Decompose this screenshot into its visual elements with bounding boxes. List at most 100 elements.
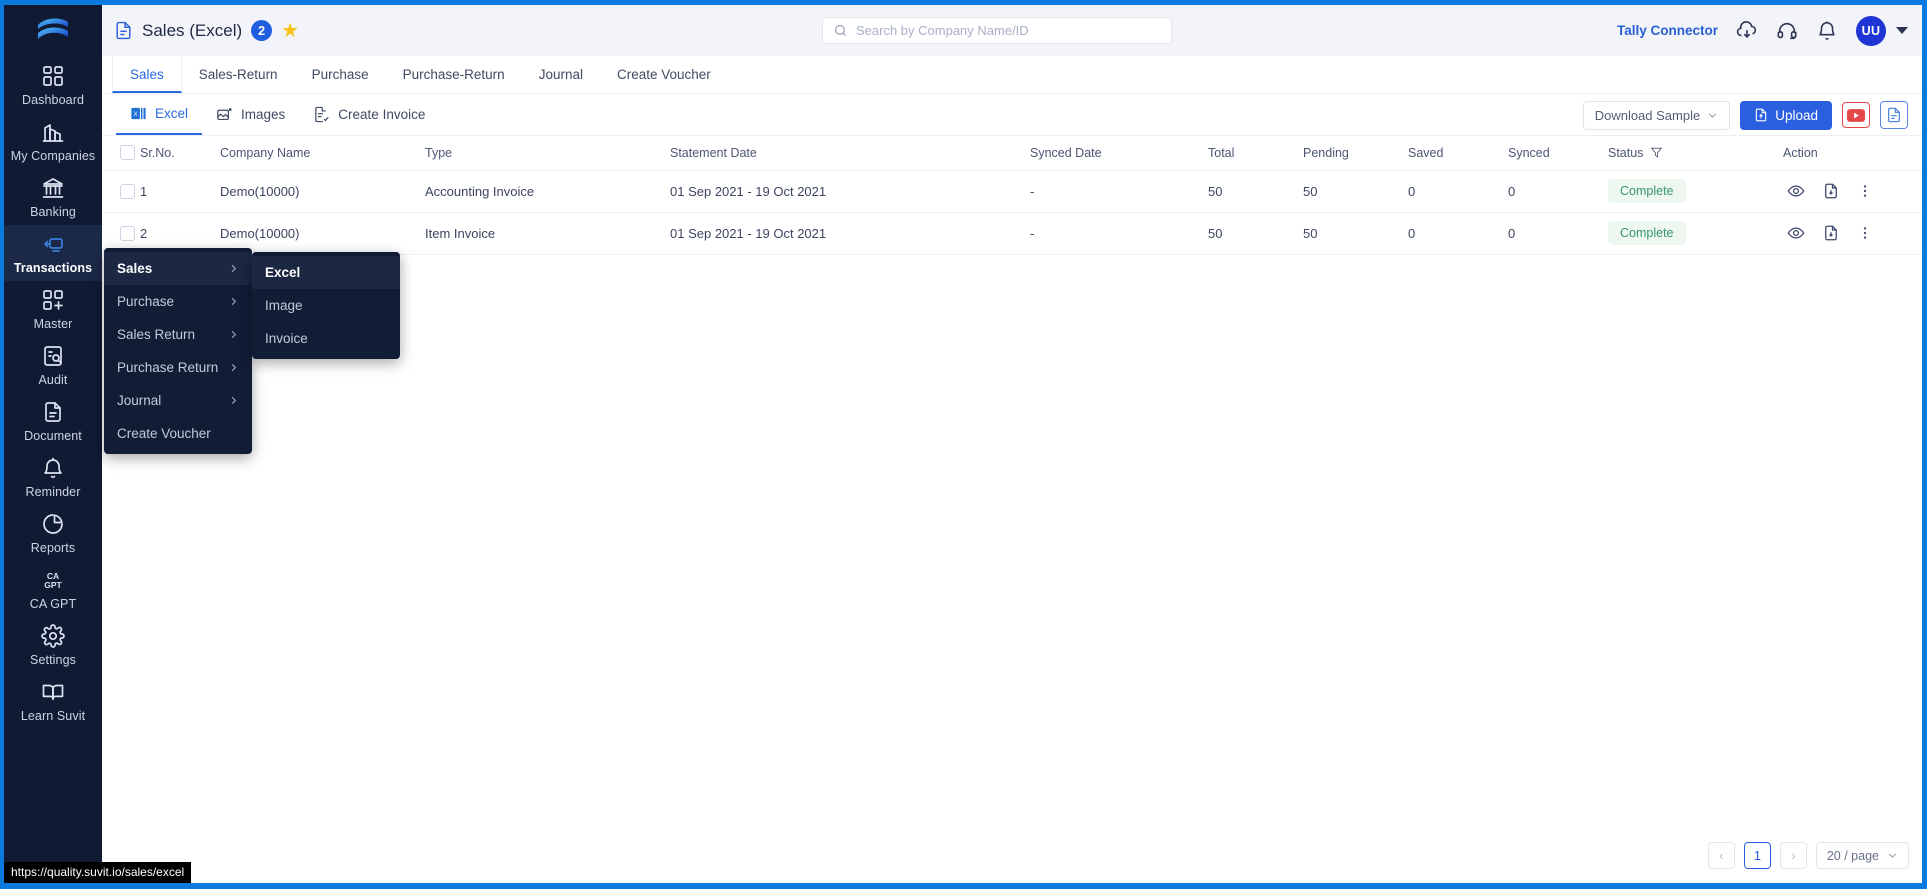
- cell-action: [1783, 212, 1922, 254]
- gear-icon: [41, 624, 65, 648]
- main-tab-purchase-return[interactable]: Purchase-Return: [386, 56, 522, 93]
- main-tab-create-voucher[interactable]: Create Voucher: [600, 56, 728, 93]
- star-icon[interactable]: ★: [281, 21, 299, 41]
- context-menu-item-label: Sales: [117, 261, 152, 276]
- tab-images[interactable]: Images: [202, 94, 299, 135]
- app-logo[interactable]: [4, 9, 102, 51]
- page-size-select[interactable]: 20 / page: [1816, 842, 1909, 869]
- table-row[interactable]: 1Demo(10000)Accounting Invoice01 Sep 202…: [102, 170, 1922, 212]
- context-menu-item-sales-return[interactable]: Sales Return: [104, 318, 252, 351]
- main-tab-sales-return[interactable]: Sales-Return: [182, 56, 295, 93]
- sidebar-item-label: CA GPT: [30, 597, 76, 611]
- file-download-icon[interactable]: [1822, 224, 1840, 242]
- avatar[interactable]: UU: [1856, 16, 1886, 46]
- col-status-label: Status: [1608, 146, 1643, 160]
- pagination-page-1[interactable]: 1: [1744, 842, 1771, 869]
- context-submenu-item-invoice[interactable]: Invoice: [252, 322, 400, 355]
- pie-chart-icon: [41, 512, 65, 536]
- cell-type: Item Invoice: [425, 212, 670, 254]
- main-tab-purchase[interactable]: Purchase: [295, 56, 386, 93]
- table-row[interactable]: 2Demo(10000)Item Invoice01 Sep 2021 - 19…: [102, 212, 1922, 254]
- search-bar[interactable]: [822, 17, 1172, 44]
- filter-icon[interactable]: [1650, 146, 1663, 159]
- context-menu-item-create-voucher[interactable]: Create Voucher: [104, 417, 252, 450]
- select-all-checkbox[interactable]: [120, 145, 135, 160]
- chevron-down-icon: [1887, 850, 1898, 861]
- tab-excel[interactable]: X Excel: [116, 94, 202, 135]
- search-icon: [833, 23, 848, 38]
- pagination-prev-button[interactable]: ‹: [1708, 842, 1735, 869]
- col-type: Type: [425, 136, 670, 170]
- sidebar-item-reports[interactable]: Reports: [4, 505, 102, 561]
- sidebar-item-my-companies[interactable]: My Companies: [4, 113, 102, 169]
- page-size-label: 20 / page: [1827, 849, 1879, 863]
- sidebar-item-label: Dashboard: [22, 93, 84, 107]
- sidebar-item-transactions[interactable]: Transactions: [4, 225, 102, 281]
- sidebar: Dashboard My CompaniesBankingTransactions…: [4, 5, 102, 883]
- context-submenu-item-label: Image: [265, 298, 303, 313]
- context-menu-item-sales[interactable]: Sales: [104, 252, 252, 285]
- main-tab-journal[interactable]: Journal: [522, 56, 600, 93]
- context-menu-item-purchase-return[interactable]: Purchase Return: [104, 351, 252, 384]
- sidebar-item-label: Reminder: [26, 485, 81, 499]
- sidebar-item-master[interactable]: Master: [4, 281, 102, 337]
- cell-total: 50: [1208, 170, 1303, 212]
- chevron-right-icon: [228, 362, 239, 373]
- context-submenu-item-image[interactable]: Image: [252, 289, 400, 322]
- document-help-button[interactable]: [1880, 101, 1908, 129]
- headset-icon[interactable]: [1776, 20, 1798, 42]
- cell-synced: 0: [1508, 170, 1608, 212]
- table-body: 1Demo(10000)Accounting Invoice01 Sep 202…: [102, 170, 1922, 254]
- cloud-download-icon[interactable]: [1736, 20, 1758, 42]
- main-tab-sales[interactable]: Sales: [112, 56, 182, 93]
- col-company-name: Company Name: [220, 136, 425, 170]
- youtube-help-button[interactable]: [1842, 102, 1870, 128]
- upload-button[interactable]: Upload: [1740, 101, 1832, 130]
- eye-icon[interactable]: [1787, 224, 1805, 242]
- sidebar-item-settings[interactable]: Settings: [4, 617, 102, 673]
- row-checkbox[interactable]: [120, 184, 135, 199]
- context-submenu-item-excel[interactable]: Excel: [252, 256, 400, 289]
- sidebar-item-banking[interactable]: Banking: [4, 169, 102, 225]
- header-actions: Tally Connector UU: [1617, 5, 1908, 56]
- col-synced-date: Synced Date: [1030, 136, 1208, 170]
- transactions-table: Sr.No. Company Name Type Statement Date …: [102, 136, 1922, 255]
- eye-icon[interactable]: [1787, 182, 1805, 200]
- context-menu-item-journal[interactable]: Journal: [104, 384, 252, 417]
- cell-synced: 0: [1508, 212, 1608, 254]
- cell-saved: 0: [1408, 212, 1508, 254]
- cell-synced-date: -: [1030, 212, 1208, 254]
- chevron-down-icon[interactable]: [1896, 27, 1908, 34]
- download-sample-button[interactable]: Download Sample: [1583, 101, 1731, 130]
- search-input[interactable]: [856, 23, 1161, 38]
- sidebar-item-audit[interactable]: Audit: [4, 337, 102, 393]
- more-vertical-icon[interactable]: [1857, 224, 1873, 242]
- col-synced: Synced: [1508, 136, 1608, 170]
- main-tabs: SalesSales-ReturnPurchasePurchase-Return…: [102, 56, 1922, 94]
- status-badge: Complete: [1608, 179, 1686, 203]
- context-menu-item-label: Create Voucher: [117, 426, 211, 441]
- sidebar-item-dashboard[interactable]: Dashboard: [4, 57, 102, 113]
- row-checkbox[interactable]: [120, 226, 135, 241]
- row-select-cell: [102, 170, 140, 212]
- file-download-icon[interactable]: [1822, 182, 1840, 200]
- cell-status: Complete: [1608, 170, 1783, 212]
- tab-create-invoice[interactable]: Create Invoice: [299, 94, 439, 135]
- transactions-icon: [41, 232, 65, 256]
- cell-statement-date: 01 Sep 2021 - 19 Oct 2021: [670, 212, 1030, 254]
- sidebar-item-learn-suvit[interactable]: Learn Suvit: [4, 673, 102, 729]
- page-title: Sales (Excel): [142, 21, 242, 41]
- pagination-next-button[interactable]: ›: [1780, 842, 1807, 869]
- tally-connector-link[interactable]: Tally Connector: [1617, 23, 1718, 38]
- chevron-right-icon: [228, 395, 239, 406]
- sidebar-item-ca-gpt[interactable]: CAGPTCA GPT: [4, 561, 102, 617]
- bottom-accent-bar: [0, 883, 1927, 889]
- more-vertical-icon[interactable]: [1857, 182, 1873, 200]
- toolbar-actions: Download Sample Upload: [1583, 94, 1908, 136]
- context-menu-item-label: Journal: [117, 393, 161, 408]
- context-menu-item-purchase[interactable]: Purchase: [104, 285, 252, 318]
- chevron-right-icon: [228, 296, 239, 307]
- sidebar-item-reminder[interactable]: Reminder: [4, 449, 102, 505]
- notification-bell-icon[interactable]: [1816, 20, 1838, 42]
- sidebar-item-document[interactable]: Document: [4, 393, 102, 449]
